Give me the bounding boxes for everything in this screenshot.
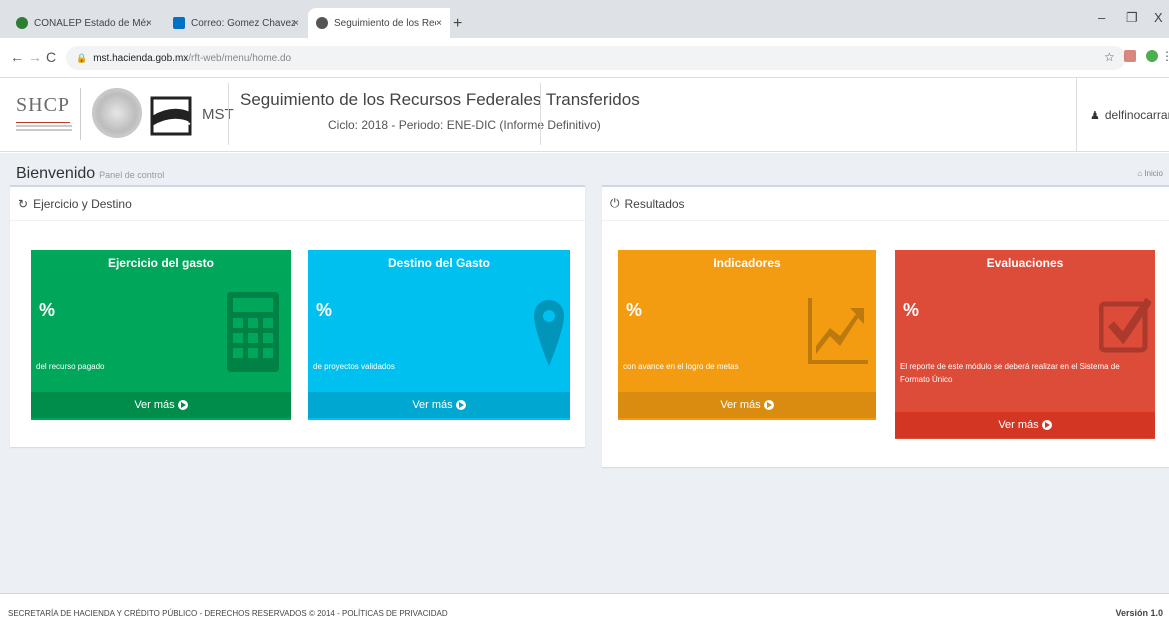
close-tab-icon[interactable]: ×: [146, 8, 160, 38]
national-seal-icon: [92, 88, 142, 138]
main-content: Bienvenido Panel de control ⌂ Inicio ↻ Ej…: [0, 153, 1169, 593]
user-menu[interactable]: ♟ delfinocarranzac: [1090, 108, 1169, 122]
ver-mas-label: Ver más: [412, 399, 453, 411]
card-description: del recurso pagado: [36, 362, 105, 371]
shcp-logo-line: [16, 122, 70, 123]
divider: [1076, 78, 1077, 152]
card-evaluaciones: Evaluaciones % El reporte de este módulo…: [895, 250, 1155, 439]
tab-label: Correo: Gomez Chavez Dolores: [191, 17, 295, 29]
panel-title: Resultados: [624, 196, 685, 211]
card-destino-del-gasto: Destino del Gasto % de proyectos validad…: [308, 250, 570, 420]
arrow-circle-right-icon: [455, 400, 466, 410]
card-title: Evaluaciones: [986, 256, 1064, 270]
outlook-favicon-icon: [173, 17, 185, 29]
cycle-period: Ciclo: 2018 - Periodo: ENE-DIC (Informe …: [328, 118, 601, 132]
user-icon: ♟: [1090, 109, 1100, 122]
shcp-logo: SHCP: [16, 94, 71, 116]
welcome-text: Bienvenido: [16, 165, 96, 182]
panel-title: Ejercicio y Destino: [33, 196, 132, 211]
divider: [80, 88, 81, 140]
breadcrumb[interactable]: ⌂ Inicio: [1137, 169, 1163, 178]
card-ejercicio-del-gasto: Ejercicio del gasto % del recurso pagado…: [31, 250, 291, 420]
ver-mas-button[interactable]: Ver más: [895, 412, 1155, 438]
footer-version: Versión 1.0: [1115, 608, 1163, 618]
close-tab-icon[interactable]: ×: [436, 8, 450, 38]
ver-mas-label: Ver más: [998, 419, 1039, 431]
calculator-icon: [227, 292, 279, 372]
check-square-icon: [1099, 297, 1151, 353]
url-path: /rft-web/menu/home.do: [188, 52, 292, 64]
close-window-button[interactable]: X: [1154, 10, 1163, 25]
app-header: SHCP MST Seguimiento de los Recursos Fed…: [0, 78, 1169, 152]
area-chart-icon: [808, 298, 868, 364]
mst-logo-icon: [150, 96, 192, 136]
card-description: de proyectos validados: [313, 362, 395, 371]
back-button[interactable]: ←: [10, 49, 24, 65]
card-indicadores: Indicadores % con avance en el logro de …: [618, 250, 876, 420]
browser-menu-icon[interactable]: ⋮: [1161, 49, 1169, 63]
card-description: con avance en el logro de metas: [623, 362, 739, 371]
divider: [540, 83, 541, 145]
extension-green-icon[interactable]: [1146, 50, 1158, 62]
ver-mas-button[interactable]: Ver más: [618, 392, 876, 418]
card-title: Ejercicio del gasto: [107, 256, 215, 270]
reload-button[interactable]: C: [46, 49, 56, 65]
card-percent: %: [626, 300, 643, 320]
ver-mas-button[interactable]: Ver más: [308, 392, 570, 418]
app-title: Seguimiento de los Recursos Federales Tr…: [240, 90, 640, 109]
card-title: Indicadores: [713, 256, 781, 270]
username: delfinocarranzac: [1104, 108, 1169, 122]
arrow-circle-right-icon: [763, 400, 774, 410]
arrow-circle-right-icon: [177, 400, 188, 410]
conalep-favicon-icon: [16, 17, 28, 29]
power-icon: ⏻: [610, 196, 620, 210]
address-bar-row: ← → C 🔒 mst.hacienda.gob.mx /rft-web/men…: [0, 38, 1169, 78]
card-percent: %: [39, 300, 56, 320]
map-marker-icon: [534, 300, 564, 366]
lock-icon: 🔒: [76, 52, 88, 63]
shcp-logo-subtext: [16, 125, 72, 133]
close-tab-icon[interactable]: ×: [293, 8, 307, 38]
refresh-icon: ↻: [18, 196, 29, 211]
footer-copyright[interactable]: SECRETARÍA DE HACIENDA Y CRÉDITO PÚBLICO…: [8, 609, 448, 618]
page-footer: SECRETARÍA DE HACIENDA Y CRÉDITO PÚBLICO…: [0, 593, 1169, 633]
ver-mas-label: Ver más: [720, 399, 761, 411]
browser-tab-seguimiento[interactable]: Seguimiento de los Recursos Fe: [308, 8, 444, 38]
tab-label: CONALEP Estado de México: [34, 17, 148, 29]
card-description: El reporte de este módulo se deberá real…: [900, 362, 1120, 384]
home-icon: ⌂: [1137, 169, 1143, 178]
new-tab-button[interactable]: +: [453, 15, 462, 33]
browser-tab-conalep[interactable]: CONALEP Estado de México: [8, 8, 148, 38]
card-percent: %: [903, 300, 920, 320]
card-percent: %: [316, 300, 333, 320]
browser-tab-correo[interactable]: Correo: Gomez Chavez Dolores: [165, 8, 295, 38]
breadcrumb-home: Inicio: [1144, 169, 1163, 178]
divider: [228, 83, 229, 145]
globe-favicon-icon: [316, 17, 328, 29]
maximize-button[interactable]: ❐: [1126, 10, 1138, 26]
ver-mas-button[interactable]: Ver más: [31, 392, 291, 418]
arrow-circle-right-icon: [1041, 420, 1052, 430]
browser-tab-bar: CONALEP Estado de México × Correo: Gomez…: [0, 0, 1169, 38]
extension-pdf-icon[interactable]: [1124, 50, 1136, 62]
minimize-button[interactable]: –: [1098, 10, 1105, 25]
ver-mas-label: Ver más: [134, 399, 175, 411]
card-title: Destino del Gasto: [387, 256, 491, 270]
page-subtitle: Panel de control: [99, 170, 165, 180]
page-title: Bienvenido Panel de control: [16, 165, 164, 183]
panel-header: ↻ Ejercicio y Destino: [10, 187, 585, 221]
bookmark-star-icon[interactable]: ☆: [1104, 50, 1115, 64]
url-host: mst.hacienda.gob.mx: [93, 52, 189, 64]
tab-label: Seguimiento de los Recursos Fe: [334, 17, 444, 29]
panel-header: ⏻ Resultados: [602, 187, 1169, 221]
forward-button[interactable]: →: [28, 49, 42, 65]
url-input[interactable]: 🔒 mst.hacienda.gob.mx /rft-web/menu/home…: [66, 46, 1126, 70]
